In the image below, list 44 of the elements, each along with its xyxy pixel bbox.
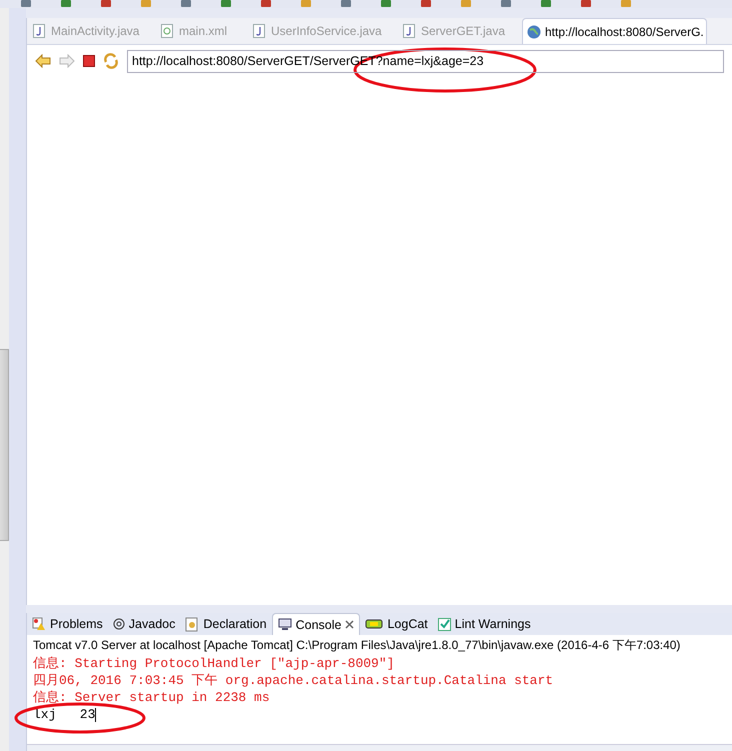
toolbar-icon[interactable] [220, 0, 232, 8]
toolbar-icon[interactable] [540, 0, 552, 8]
refresh-icon[interactable] [103, 53, 119, 69]
editor-tab[interactable]: http://localhost:8080/ServerG. [522, 18, 707, 44]
toolbar-icon[interactable] [500, 0, 512, 8]
close-icon[interactable] [345, 620, 354, 629]
view-tab[interactable]: Lint Warnings [432, 613, 536, 635]
globe-icon [527, 24, 541, 38]
back-arrow-icon[interactable] [35, 54, 51, 68]
toolbar-icon[interactable] [340, 0, 352, 8]
toolbar-icon[interactable] [620, 0, 632, 8]
checkbox-icon [438, 618, 451, 630]
toolbar-icon[interactable] [20, 0, 32, 8]
warning-icon [32, 617, 46, 631]
monitor-icon [278, 618, 292, 631]
toolbar-icon[interactable] [300, 0, 312, 8]
console-line: 信息: Server startup in 2238 ms [33, 689, 271, 706]
forward-arrow-icon[interactable] [59, 54, 75, 68]
toolbar-icon[interactable] [180, 0, 192, 8]
xml-file-icon [161, 24, 173, 38]
view-tab[interactable]: Declaration [180, 613, 272, 635]
toolbar-icon[interactable] [100, 0, 112, 8]
view-tab[interactable]: Console [272, 613, 360, 635]
toolbar-icon[interactable] [420, 0, 432, 8]
horizontal-scrollbar[interactable] [27, 744, 732, 751]
toolbar-icon[interactable] [580, 0, 592, 8]
toolbar-icon[interactable] [260, 0, 272, 8]
toolbar-icon[interactable] [380, 0, 392, 8]
document-icon [185, 616, 200, 632]
java-file-icon [33, 24, 45, 38]
toolbar-icon[interactable] [140, 0, 152, 8]
stop-icon[interactable] [83, 55, 95, 67]
console-line: 四月06, 2016 7:03:45 下午 org.apache.catalina.startup.Catalina start [33, 672, 554, 689]
view-tab[interactable]: Javadoc [108, 613, 180, 635]
scrollbar-thumb[interactable] [0, 348, 9, 540]
toolbar-icon[interactable] [60, 0, 72, 8]
toolbar-icon[interactable] [460, 0, 472, 8]
console-line: 信息: Starting ProtocolHandler ["ajp-apr-8009"] [33, 655, 396, 672]
console-line: lxj 23 [33, 706, 98, 723]
java-file-icon [403, 24, 415, 38]
view-tab[interactable]: LogCat [360, 613, 433, 635]
java-file-icon [253, 24, 265, 38]
console-title: Tomcat v7.0 Server at localhost [Apache Tomcat] C:\Program Files\Java\jre1.8.0_77\bin\javaw.exe (2016-4-6 下午7:03:40) [33, 637, 682, 653]
view-tab[interactable]: Problems [27, 613, 108, 635]
